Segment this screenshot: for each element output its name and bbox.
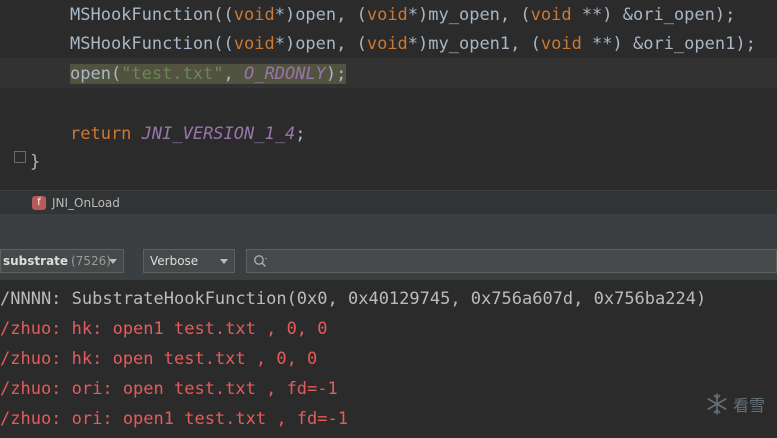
log-line[interactable]: /NNNN: SubstrateHookFunction(0x0, 0x4012… xyxy=(0,284,706,314)
breadcrumb[interactable]: f JNI_OnLoad xyxy=(0,190,777,215)
code-token: void xyxy=(530,5,572,25)
panel-splitter[interactable] xyxy=(0,214,777,244)
code-token: ; xyxy=(295,124,306,144)
process-select[interactable]: substrate (7526) xyxy=(0,249,124,273)
logcat-toolbar: substrate (7526) Verbose xyxy=(0,244,777,280)
code-token: open( xyxy=(70,64,122,84)
code-token: **) &ori_open1); xyxy=(581,34,756,54)
code-token: MSHookFunction(( xyxy=(70,5,234,25)
code-token: void xyxy=(233,34,275,54)
code-token: "test.txt" xyxy=(121,64,224,84)
code-token: **) &ori_open); xyxy=(571,5,736,25)
chevron-down-icon xyxy=(220,259,228,264)
code-line-3[interactable]: open("test.txt", O_RDONLY); xyxy=(70,59,347,89)
watermark: 看雪 xyxy=(705,392,765,416)
code-line-1[interactable]: MSHookFunction((void*)open, (void*)my_op… xyxy=(70,0,735,30)
code-token: *)my_open, ( xyxy=(407,5,531,25)
code-token: void xyxy=(233,5,275,25)
search-input[interactable] xyxy=(269,250,776,272)
code-token: O_RDONLY xyxy=(244,64,326,84)
process-name: substrate xyxy=(3,254,69,268)
code-token: void xyxy=(540,34,582,54)
breadcrumb-function-name[interactable]: JNI_OnLoad xyxy=(52,196,120,210)
log-line[interactable]: /zhuo: ori: open test.txt , fd=-1 xyxy=(0,374,338,404)
chevron-down-icon xyxy=(109,259,117,264)
watermark-text: 看雪 xyxy=(732,396,765,415)
code-token: void xyxy=(366,5,408,25)
code-token: MSHookFunction(( xyxy=(70,34,234,54)
fold-marker-icon[interactable] xyxy=(14,151,26,163)
code-token: ); xyxy=(325,64,347,84)
function-icon: f xyxy=(32,196,46,210)
code-token: *)my_open1, ( xyxy=(407,34,541,54)
log-level-select[interactable]: Verbose xyxy=(143,249,235,273)
log-line[interactable]: /zhuo: ori: open1 test.txt , fd=-1 xyxy=(0,404,348,434)
code-token: return xyxy=(70,124,142,144)
log-line[interactable]: /zhuo: hk: open test.txt , 0, 0 xyxy=(0,344,317,374)
snowflake-icon xyxy=(707,393,727,415)
code-line-5[interactable]: return JNI_VERSION_1_4; xyxy=(70,119,305,149)
logcat-output[interactable]: /NNNN: SubstrateHookFunction(0x0, 0x4012… xyxy=(0,282,777,438)
closing-brace: } xyxy=(30,152,41,172)
logcat-search[interactable] xyxy=(246,249,777,273)
code-token: void xyxy=(366,34,408,54)
process-pid: (7526) xyxy=(71,254,111,268)
code-editor[interactable]: MSHookFunction((void*)open, (void*)my_op… xyxy=(0,0,777,188)
code-token: JNI_VERSION_1_4 xyxy=(141,124,296,144)
code-line-2[interactable]: MSHookFunction((void*)open, (void*)my_op… xyxy=(70,29,756,59)
code-token: *)open, ( xyxy=(274,34,367,54)
code-token: , xyxy=(223,64,245,84)
search-icon xyxy=(254,255,267,267)
log-line[interactable]: /zhuo: hk: open1 test.txt , 0, 0 xyxy=(0,314,328,344)
code-token: *)open, ( xyxy=(274,5,367,25)
log-level-value: Verbose xyxy=(150,254,199,268)
